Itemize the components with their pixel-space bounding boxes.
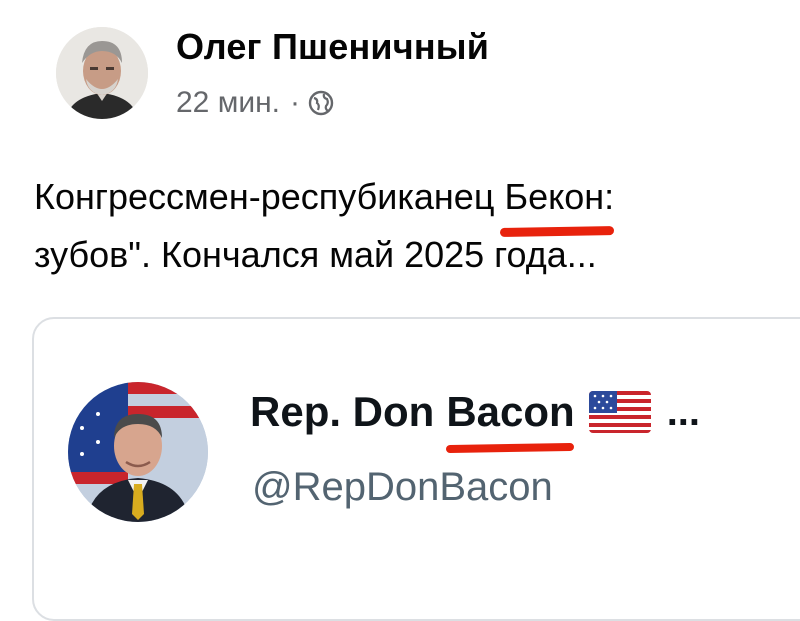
highlighted-name-text: Bacon xyxy=(446,388,575,435)
more-options-button[interactable]: ... xyxy=(667,390,700,435)
meta-separator: · xyxy=(290,86,300,119)
post-text: Конгрессмен-респубиканец Бекон: зубов". … xyxy=(34,168,800,284)
post-meta: 22 мин. · xyxy=(176,86,334,120)
author-avatar[interactable] xyxy=(56,27,148,119)
post-text-segment: : xyxy=(604,176,615,217)
us-flag-icon xyxy=(588,391,651,433)
post-timestamp[interactable]: 22 мин. xyxy=(176,86,280,120)
highlighted-word: Бекон xyxy=(500,168,615,237)
embedded-author-handle[interactable]: @RepDonBacon xyxy=(252,465,553,510)
author-name[interactable]: Олег Пшеничный xyxy=(176,26,489,68)
embedded-author-photo xyxy=(68,382,208,522)
embedded-author-name[interactable]: Rep. Don Bacon ... xyxy=(250,388,700,454)
globe-icon[interactable] xyxy=(308,90,334,116)
post-text-line-2: зубов". Кончался май 2025 года... xyxy=(34,234,597,275)
post-text-line-1: Конгрессмен-респубиканец Бекон: xyxy=(34,168,800,237)
embedded-author-avatar[interactable] xyxy=(68,382,208,522)
post-text-segment: Конгрессмен-респубиканец xyxy=(34,176,505,217)
author-photo xyxy=(56,27,148,119)
highlighted-word-text: Бекон xyxy=(504,176,605,217)
highlighted-name: Bacon xyxy=(446,388,575,454)
embedded-author-name-prefix: Rep. Don xyxy=(250,388,435,435)
